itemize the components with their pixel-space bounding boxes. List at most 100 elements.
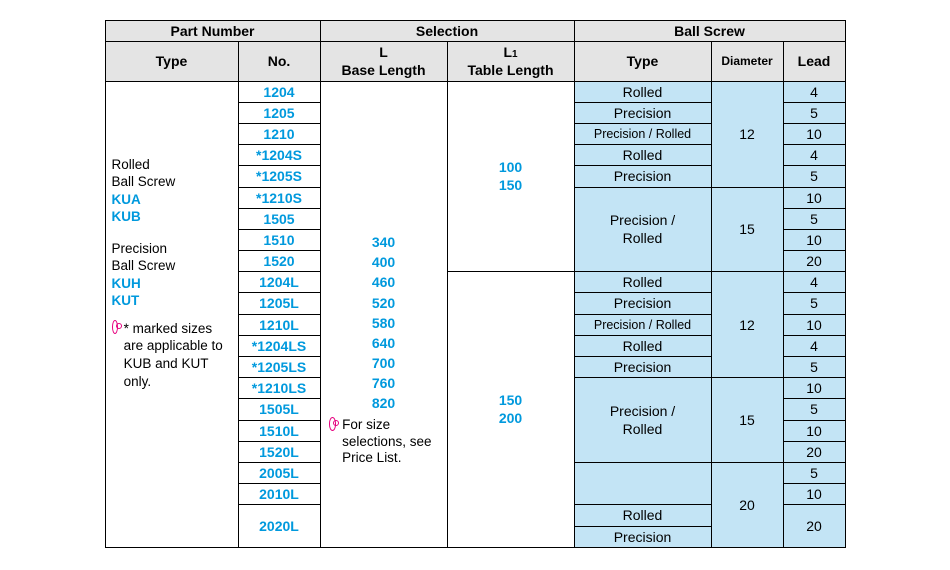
bs-type: Rolled — [575, 505, 711, 526]
bs-type: Rolled — [574, 335, 711, 356]
bs-type: Precision / Rolled — [574, 187, 711, 272]
bs-lead: 20 — [783, 251, 845, 272]
bs-type: Precision — [574, 293, 711, 314]
L-val: 700 — [372, 354, 395, 372]
L1-bot-cell: 150 200 — [447, 272, 574, 547]
no-cell: *1205LS — [238, 357, 320, 378]
no-cell: *1210LS — [238, 378, 320, 399]
bs-lead: 5 — [783, 357, 845, 378]
bs-type: Rolled — [574, 145, 711, 166]
hdr-ball-screw: Ball Screw — [574, 21, 845, 42]
L-val: 400 — [372, 253, 395, 271]
hdr-L: L Base Length — [320, 42, 447, 81]
L-val: 340 — [372, 233, 395, 251]
no-cell: *1204LS — [238, 335, 320, 356]
bs-lead: 5 — [783, 208, 845, 229]
bs-type: Precision / Rolled — [574, 123, 711, 144]
hdr-bs-lead: Lead — [783, 42, 845, 81]
bs-type: Precision — [574, 102, 711, 123]
bs-lead: 10 — [783, 123, 845, 144]
bs-lead: 4 — [783, 145, 845, 166]
no-cell: 2020L — [238, 505, 320, 547]
hdr-bs-type: Type — [574, 42, 711, 81]
hdr-L-label: L — [379, 44, 388, 60]
bs-lead: 5 — [783, 293, 845, 314]
hdr-part-number: Part Number — [105, 21, 320, 42]
no-cell: 1205 — [238, 102, 320, 123]
code-kub: KUB — [112, 208, 232, 226]
bs-dia: 15 — [711, 378, 783, 463]
L-val: 760 — [372, 374, 395, 392]
bs-lead: 5 — [783, 166, 845, 187]
precision-title: Precision Ball Screw — [112, 240, 232, 275]
bs-dia: 15 — [711, 187, 783, 272]
hdr-no: No. — [238, 42, 320, 81]
no-cell: *1205S — [238, 166, 320, 187]
bs-lead: 20 — [783, 505, 845, 547]
bs-lead: 4 — [783, 81, 845, 102]
L-note-text: For size selections, see Price List. — [342, 417, 438, 468]
hdr-L1-label: L — [503, 44, 512, 60]
no-cell: 1505L — [238, 399, 320, 420]
code-kut: KUT — [112, 292, 232, 310]
hdr-L1-subnum: 1 — [512, 49, 518, 60]
code-kua: KUA — [112, 191, 232, 209]
no-cell: *1204S — [238, 145, 320, 166]
hdr-bs-dia: Diameter — [711, 42, 783, 81]
no-cell: 2010L — [238, 484, 320, 505]
bs-type: Precision / Rolled — [574, 314, 711, 335]
L1-top-cell: 100 150 — [447, 81, 574, 272]
hdr-type: Type — [105, 42, 238, 81]
hdr-selection: Selection — [320, 21, 574, 42]
bs-type: Precision — [574, 357, 711, 378]
L1-val: 200 — [499, 410, 522, 426]
hdr-L-sub: Base Length — [341, 62, 425, 78]
no-cell: 1505 — [238, 208, 320, 229]
no-cell: 1510 — [238, 229, 320, 250]
hdr-L1-sub2: Table Length — [467, 62, 553, 78]
bs-dia: 12 — [711, 272, 783, 378]
bs-lead: 10 — [783, 187, 845, 208]
bs-lead: 5 — [783, 462, 845, 483]
bs-lead: 10 — [783, 314, 845, 335]
footnote-icon — [329, 417, 337, 431]
no-cell: 2005L — [238, 462, 320, 483]
bs-dia: 20 — [711, 462, 783, 547]
bs-lead: 10 — [783, 229, 845, 250]
bs-type: Rolled — [574, 81, 711, 102]
bs-lead: 4 — [783, 335, 845, 356]
type-cell: Rolled Ball Screw KUA KUB Precision Ball… — [105, 81, 238, 547]
footnote-icon — [112, 320, 118, 334]
footnote-text: * marked sizes are applicable to KUB and… — [124, 320, 232, 390]
no-cell: 1210L — [238, 314, 320, 335]
bs-type: Precision / Rolled — [574, 378, 711, 463]
L1-val: 150 — [499, 392, 522, 408]
bs-lead: 5 — [783, 399, 845, 420]
bs-lead: 10 — [783, 420, 845, 441]
code-kuh: KUH — [112, 275, 232, 293]
spec-table: Part Number Selection Ball Screw Type No… — [105, 20, 846, 548]
bs-lead: 5 — [783, 102, 845, 123]
L1-val: 150 — [499, 177, 522, 193]
no-cell: *1210S — [238, 187, 320, 208]
L-val: 520 — [372, 294, 395, 312]
L-val: 460 — [372, 273, 395, 291]
L-cell: 340 400 460 520 580 640 700 760 820 For … — [320, 81, 447, 547]
L-val: 580 — [372, 314, 395, 332]
hdr-L1: L1 Table Length — [447, 42, 574, 81]
no-cell: 1205L — [238, 293, 320, 314]
no-cell: 1204L — [238, 272, 320, 293]
no-cell: 1210 — [238, 123, 320, 144]
bs-type: Precision — [575, 527, 711, 547]
bs-lead: 10 — [783, 378, 845, 399]
bs-dia: 12 — [711, 81, 783, 187]
L-val: 820 — [372, 394, 395, 412]
L1-val: 100 — [499, 159, 522, 175]
bs-type: Rolled — [574, 272, 711, 293]
no-cell: 1510L — [238, 420, 320, 441]
rolled-title: Rolled Ball Screw — [112, 156, 232, 191]
no-cell: 1520L — [238, 441, 320, 462]
bs-lead: 4 — [783, 272, 845, 293]
no-cell: 1204 — [238, 81, 320, 102]
bs-lead: 20 — [783, 441, 845, 462]
